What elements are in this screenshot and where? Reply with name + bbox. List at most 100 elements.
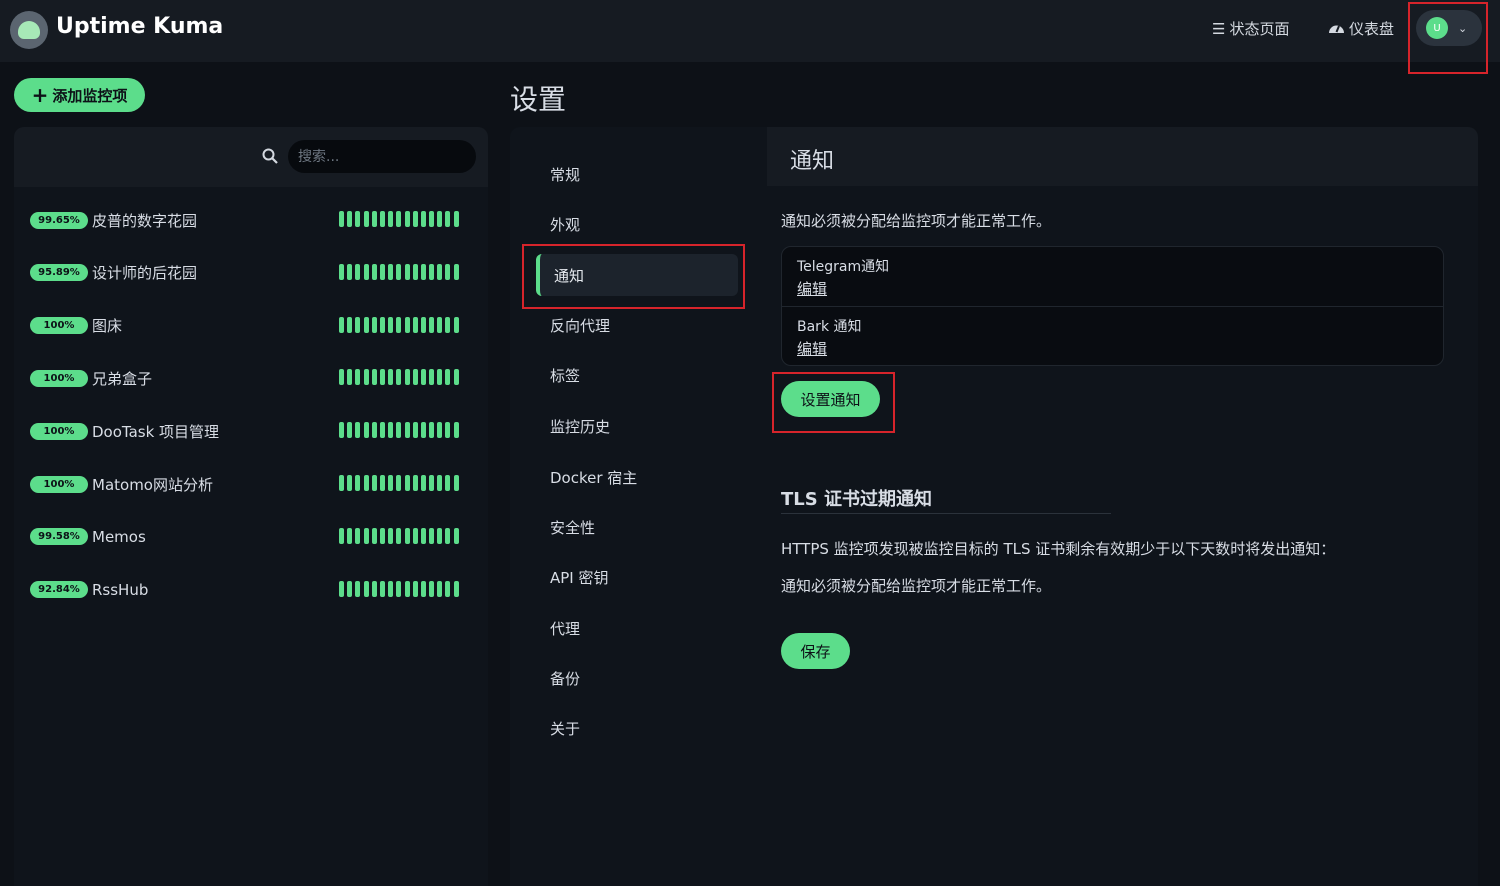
heartbeat <box>420 211 426 227</box>
settings-menu-item[interactable]: 监控历史 <box>550 416 610 437</box>
heartbeat <box>445 580 451 597</box>
settings-menu-item[interactable]: Docker 宿主 <box>550 467 637 488</box>
list-item[interactable]: 99.58% Memos <box>30 525 470 549</box>
heartbeat <box>412 475 418 491</box>
setup-notification-button[interactable]: 设置通知 <box>781 381 880 417</box>
heartbeat <box>420 422 426 439</box>
settings-menu-item[interactable]: 反向代理 <box>550 315 610 336</box>
heartbeat <box>371 263 377 280</box>
heartbeat <box>347 475 353 491</box>
heartbeat <box>437 211 443 227</box>
app-title[interactable]: Uptime Kuma <box>56 14 223 39</box>
heartbeat <box>429 369 435 386</box>
list-item[interactable]: 99.65% 皮普的数字花园 <box>30 208 470 232</box>
heartbeat <box>379 422 385 439</box>
heartbeat <box>453 475 459 491</box>
heartbeat <box>404 527 410 544</box>
monitor-name: 兄弟盒子 <box>92 369 153 388</box>
heartbeat <box>429 475 435 491</box>
status-page-link[interactable]: ☰ 状态页面 <box>1212 18 1289 39</box>
add-monitor-button[interactable]: + 添加监控项 <box>14 78 145 112</box>
heartbeat <box>339 475 344 491</box>
list-item[interactable]: 100% 图床 <box>30 314 470 338</box>
settings-menu-item[interactable]: 安全性 <box>550 517 595 538</box>
heartbeat <box>371 211 377 227</box>
heartbeat <box>437 580 443 597</box>
heartbeat <box>453 369 459 386</box>
heartbeat <box>453 263 459 280</box>
list-item[interactable]: 100% 兄弟盒子 <box>30 366 470 390</box>
heartbeat <box>429 580 435 597</box>
heartbeat <box>347 527 353 544</box>
settings-menu-item[interactable]: 标签 <box>550 365 580 386</box>
heartbeat <box>355 422 361 439</box>
settings-menu-item-active[interactable]: 通知 <box>536 254 738 296</box>
settings-menu-item[interactable]: 备份 <box>550 668 580 689</box>
heartbeat <box>388 422 394 439</box>
status-page-label: 状态页面 <box>1229 20 1290 38</box>
heartbeat <box>388 527 394 544</box>
settings-panel <box>510 127 1478 886</box>
monitor-name: RssHub <box>92 580 149 599</box>
heartbeat <box>347 580 353 597</box>
heartbeat <box>355 580 361 597</box>
search-icon[interactable] <box>262 148 278 168</box>
chevron-down-icon: ⌄ <box>1458 21 1468 35</box>
settings-menu-item[interactable]: 外观 <box>550 214 580 235</box>
heartbeat <box>396 369 402 386</box>
heartbeat <box>388 263 394 280</box>
heartbeat <box>437 422 443 439</box>
list-item[interactable]: 92.84% RssHub <box>30 578 470 602</box>
heartbeat <box>379 316 385 333</box>
heartbeat <box>363 211 369 227</box>
gauge-icon <box>1328 20 1345 38</box>
heartbeat <box>453 580 459 597</box>
settings-menu-item[interactable]: 代理 <box>550 618 580 639</box>
list-item[interactable]: 95.89% 设计师的后花园 <box>30 261 470 285</box>
list-item[interactable]: 100% DooTask 项目管理 <box>30 419 470 443</box>
list-item[interactable]: 100% Matomo网站分析 <box>30 472 470 496</box>
status-badge: 95.89% <box>30 264 88 282</box>
monitor-list-panel <box>14 127 488 886</box>
heartbeat <box>404 580 410 597</box>
profile-dropdown[interactable]: U ⌄ <box>1416 10 1482 46</box>
heartbeat <box>412 316 418 333</box>
content-title: 通知 <box>790 149 835 174</box>
settings-menu-item[interactable]: 关于 <box>550 718 580 739</box>
heartbeat <box>429 422 435 439</box>
search-input[interactable] <box>288 140 476 173</box>
tls-note: 通知必须被分配给监控项才能正常工作。 <box>781 577 1052 595</box>
heartbeat <box>404 211 410 227</box>
status-badge: 100% <box>30 475 88 493</box>
heartbeat <box>420 580 426 597</box>
heartbeat <box>404 263 410 280</box>
heartbeat <box>339 316 344 333</box>
heartbeat <box>404 316 410 333</box>
monitor-name: Matomo网站分析 <box>92 475 213 494</box>
settings-menu-item[interactable]: API 密钥 <box>550 567 609 588</box>
heartbeat <box>437 263 443 280</box>
edit-link[interactable]: 编辑 <box>797 338 827 359</box>
dashboard-link[interactable]: 仪表盘 <box>1328 18 1394 39</box>
heartbeat <box>412 422 418 439</box>
heartbeat <box>445 475 451 491</box>
heartbeat <box>355 475 361 491</box>
settings-menu-item[interactable]: 常规 <box>550 164 580 185</box>
heartbeat <box>379 580 385 597</box>
status-badge: 99.58% <box>30 528 88 546</box>
heartbeat <box>396 580 402 597</box>
plus-icon: + <box>31 83 49 107</box>
monitor-name: 设计师的后花园 <box>92 264 198 283</box>
heartbeat <box>355 527 361 544</box>
tls-description: HTTPS 监控项发现被监控目标的 TLS 证书剩余有效期少于以下天数时将发出通… <box>781 540 1336 558</box>
heartbeat <box>339 422 344 439</box>
content-header <box>767 127 1478 186</box>
list-icon: ☰ <box>1212 19 1226 38</box>
save-button[interactable]: 保存 <box>781 633 850 669</box>
heartbeat <box>396 475 402 491</box>
heartbeat <box>339 263 344 280</box>
edit-link[interactable]: 编辑 <box>797 278 827 299</box>
heartbeat <box>388 211 394 227</box>
logo-icon[interactable] <box>10 11 48 49</box>
status-badge: 99.65% <box>30 211 88 229</box>
